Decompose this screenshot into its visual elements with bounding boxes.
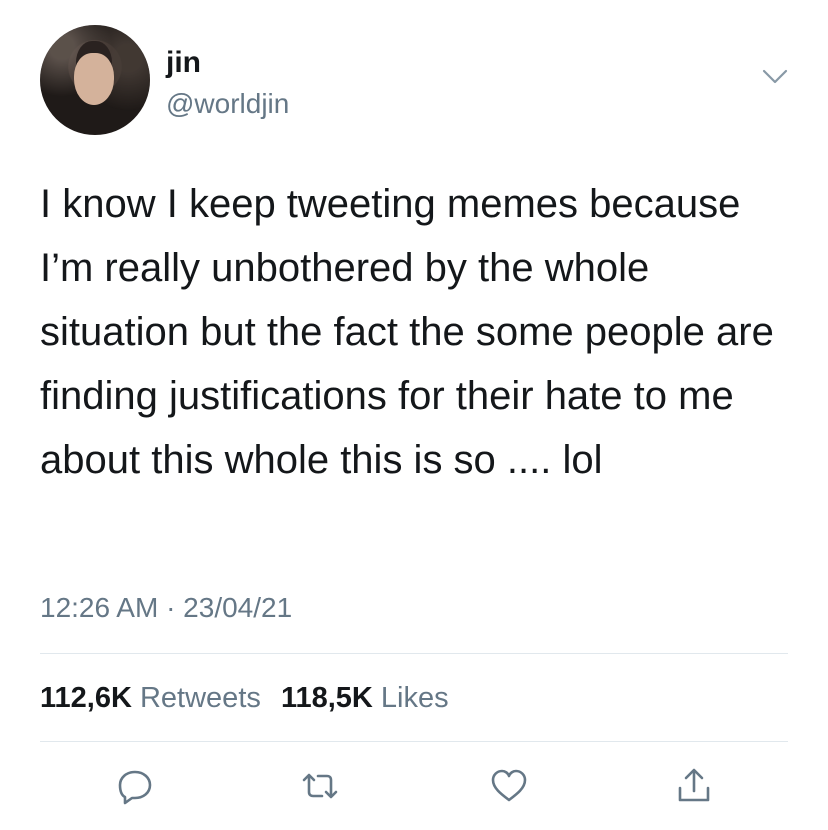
divider (40, 653, 788, 654)
retweets-count[interactable]: 112,6K (40, 682, 132, 714)
divider (40, 741, 788, 742)
retweet-icon[interactable] (300, 766, 340, 806)
tweet-text: I know I keep tweeting memes because I’m… (40, 182, 774, 482)
share-icon[interactable] (674, 766, 714, 806)
likes-label[interactable]: Likes (381, 682, 449, 714)
reply-icon[interactable] (115, 766, 155, 806)
retweets-label[interactable]: Retweets (140, 682, 261, 714)
display-name[interactable]: jin (166, 46, 201, 80)
chevron-down-icon[interactable] (762, 68, 788, 86)
heart-icon[interactable] (489, 766, 529, 806)
engagement-stats: 112,6K Retweets 118,5K Likes (40, 682, 449, 715)
avatar[interactable] (40, 25, 150, 135)
likes-count[interactable]: 118,5K (281, 682, 373, 714)
tweet-timestamp[interactable]: 12:26 AM · 23/04/21 (40, 592, 292, 624)
user-handle[interactable]: @worldjin (166, 88, 289, 120)
